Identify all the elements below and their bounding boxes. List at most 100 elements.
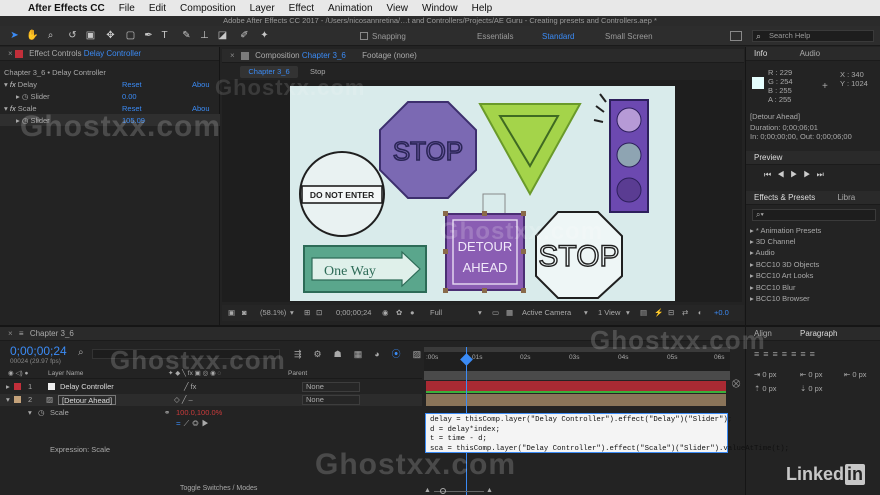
preset-item-bcc-art-looks[interactable]: ▸ BCC10 Art Looks (750, 270, 813, 281)
close-icon[interactable]: × (8, 49, 15, 58)
layer-switches-icons[interactable]: ╱ fx (184, 381, 196, 393)
toggle-switches-modes[interactable]: Toggle Switches / Modes (180, 485, 257, 492)
selection-tool-icon[interactable]: ➤ (8, 29, 21, 42)
snapshot-icon[interactable]: ◉ (382, 305, 389, 321)
zoom-thumb[interactable] (440, 488, 446, 494)
justify-last-right-icon[interactable]: ≡ (800, 349, 809, 359)
snapping-checkbox[interactable] (360, 32, 368, 40)
layer-switches-icons[interactable]: ◇ ╱ ‒ (174, 394, 193, 406)
menu-file[interactable]: File (119, 3, 135, 14)
clone-stamp-tool-icon[interactable]: ⊥ (198, 29, 211, 42)
layer-name[interactable]: Delay Controller (60, 381, 114, 393)
menu-composition[interactable]: Composition (180, 3, 236, 14)
zoom-in-icon[interactable]: ▲ (486, 487, 493, 495)
roto-brush-tool-icon[interactable]: ✐ (238, 29, 251, 42)
disclosure-arrow-icon[interactable]: ▸ (16, 92, 20, 101)
draft-3d-icon[interactable]: ⚙ (314, 349, 334, 359)
mask-visibility-icon[interactable]: ◙ (242, 305, 247, 321)
tab-paragraph[interactable]: Paragraph (800, 329, 837, 338)
footage-tab[interactable]: Footage (none) (362, 51, 417, 60)
layer-bar-2[interactable] (426, 394, 726, 406)
transparency-grid-icon[interactable]: ▦ (506, 305, 513, 321)
show-snapshot-icon[interactable]: ✿ (396, 305, 402, 321)
composition-tab-label[interactable]: Composition (255, 51, 299, 60)
zoom-level[interactable]: (58.1%) (260, 305, 286, 321)
stopwatch-icon[interactable]: ◷ (38, 407, 45, 419)
expression-editor[interactable]: delay = thisComp.layer("Delay Controller… (425, 413, 789, 453)
layer-label-color[interactable] (14, 383, 21, 390)
zoom-out-icon[interactable]: ▲ (424, 487, 431, 494)
layer-name[interactable]: [Detour Ahead] (58, 395, 117, 405)
timeline-timecode[interactable]: 0;00;00;24 (10, 344, 67, 358)
play-icon[interactable]: ▶ (790, 170, 803, 179)
close-icon[interactable]: × (230, 51, 235, 60)
indent-left[interactable]: ⇥ 0 px (754, 369, 777, 380)
camera-dropdown[interactable]: Active Camera (522, 305, 571, 321)
disclosure-arrow-icon[interactable]: ▾ (4, 104, 8, 113)
flowchart-icon[interactable]: ⇄ (682, 305, 688, 321)
preview-title[interactable]: Preview (754, 153, 782, 162)
timeline-navigator[interactable] (424, 371, 730, 380)
camera-tool-icon[interactable]: ▣ (84, 29, 97, 42)
menu-edit[interactable]: Edit (149, 3, 166, 14)
first-frame-icon[interactable]: ⏮ (764, 170, 777, 179)
zoom-slider[interactable]: ▲ ▲ (424, 487, 554, 495)
reset-delay-link[interactable]: Reset (122, 79, 142, 90)
menu-view[interactable]: View (387, 3, 409, 14)
expression-enable-icon[interactable]: = (176, 419, 184, 428)
rotate-tool-icon[interactable]: ↺ (66, 29, 79, 42)
effect-controls-tab[interactable]: × Effect Controls Delay Controller (0, 47, 219, 61)
always-preview-icon[interactable]: ▣ (228, 305, 235, 321)
close-icon[interactable]: × (8, 329, 13, 338)
type-tool-icon[interactable]: T (158, 29, 171, 42)
prev-frame-icon[interactable]: ◀ (777, 170, 790, 179)
menu-icon[interactable]: ≡ (19, 329, 24, 338)
exposure-icon[interactable]: ◐ (698, 305, 703, 321)
preset-item-animation-presets[interactable]: ▸ * Animation Presets (750, 225, 821, 236)
menu-animation[interactable]: Animation (328, 3, 372, 14)
search-layers-icon[interactable]: ⌕ (78, 347, 84, 358)
composition-canvas[interactable]: STOP DO NOT ENTER One Way DETOUR AHEAD S… (290, 86, 675, 301)
puppet-tool-icon[interactable]: ✦ (258, 29, 271, 42)
space-before[interactable]: ⇡ 0 px (754, 383, 777, 394)
workspace-essentials[interactable]: Essentials (477, 32, 513, 41)
align-right-icon[interactable]: ≡ (773, 349, 782, 359)
pan-behind-tool-icon[interactable]: ✥ (104, 29, 117, 42)
pick-whip-icon[interactable]: ◎ (192, 419, 201, 428)
scale-value[interactable]: 100.0,100.0% (176, 407, 222, 419)
views-dropdown[interactable]: 1 View (598, 305, 620, 321)
justify-all-icon[interactable]: ≡ (810, 349, 819, 359)
frame-blend-icon[interactable]: ▦ (354, 349, 375, 359)
tab-info[interactable]: Info (754, 49, 767, 58)
exposure-value[interactable]: +0.0 (714, 305, 729, 321)
shy-icon[interactable]: ☗ (334, 349, 354, 359)
timeline-icon[interactable]: ⊟ (668, 305, 674, 321)
layer-bar-1[interactable] (426, 381, 726, 393)
resolution-dropdown-icon[interactable]: ▾ (478, 305, 482, 321)
space-after[interactable]: ⇣ 0 px (800, 383, 823, 394)
preset-item-bcc-3d-objects[interactable]: ▸ BCC10 3D Objects (750, 259, 819, 270)
workspace-small-screen[interactable]: Small Screen (605, 32, 653, 41)
composition-tab-name[interactable]: Chapter 3_6 (302, 51, 346, 60)
slider-value-delay[interactable]: 0.00 (122, 91, 137, 102)
eraser-tool-icon[interactable]: ◪ (216, 29, 229, 42)
parent-dropdown[interactable]: None (302, 395, 360, 405)
visibility-icon[interactable]: ▸ (6, 381, 10, 393)
disclosure-arrow-icon[interactable]: ▾ (28, 407, 32, 419)
layer-label-color[interactable] (14, 396, 21, 403)
fx-icon[interactable]: fx (10, 80, 16, 89)
hand-tool-icon[interactable]: ✋ (26, 29, 39, 42)
layer-row-2[interactable]: ▾ 2 ▨ [Detour Ahead] ◇ ╱ ‒ None (0, 394, 422, 406)
menu-help[interactable]: Help (472, 3, 493, 14)
graph-editor-icon[interactable]: ⦿ (392, 349, 413, 359)
stopwatch-icon[interactable]: ◷ (22, 92, 29, 101)
viewer-timecode[interactable]: 0;00;00;24 (336, 305, 371, 321)
justify-last-center-icon[interactable]: ≡ (791, 349, 800, 359)
parent-dropdown[interactable]: None (302, 382, 360, 392)
tab-libraries[interactable]: Libra (837, 193, 855, 202)
color-channels-icon[interactable]: ● (410, 305, 415, 321)
layer-row-1[interactable]: ▸ 1 Delay Controller ╱ fx None (0, 381, 422, 393)
comp-mini-flowchart-icon[interactable]: ⇶ (294, 349, 314, 359)
next-frame-icon[interactable]: ▶ (803, 170, 816, 179)
preset-item-audio[interactable]: ▸ Audio (750, 247, 775, 258)
